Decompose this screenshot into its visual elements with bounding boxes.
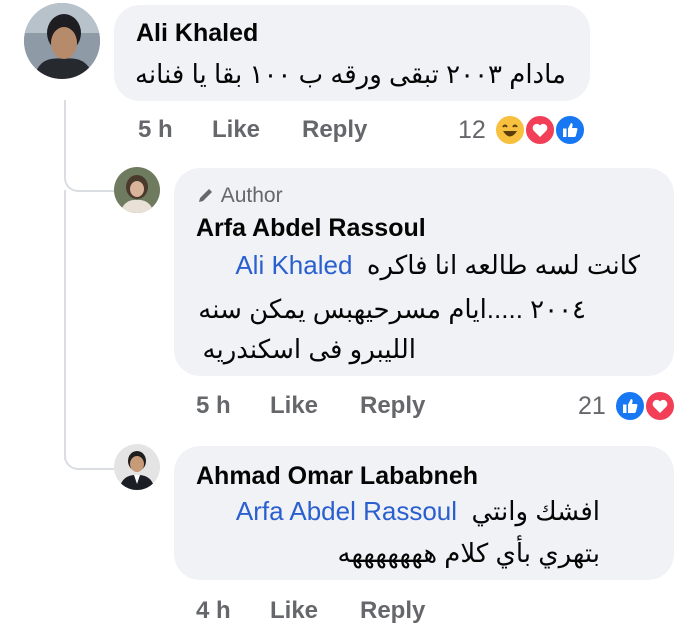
love-icon	[524, 114, 556, 146]
author-badge: Author	[196, 184, 283, 208]
like-icon	[614, 390, 646, 422]
comment-bubble: Author Arfa Abdel Rassoul كانت لسه طالعه…	[174, 168, 674, 376]
avatar[interactable]	[114, 444, 160, 490]
haha-icon	[494, 114, 526, 146]
comment-text: الليبرو فى اسكندريه	[202, 334, 416, 364]
comment-actions: 4 h Like Reply	[196, 597, 446, 627]
like-button[interactable]: Like	[270, 392, 318, 420]
reply-button[interactable]: Reply	[360, 597, 425, 625]
comment-text-line: افشك وانتي Arfa Abdel Rassoul	[236, 488, 600, 534]
comment-text: مادام ٢٠٠٣ تبقى ورقه ب ١٠٠ بقا يا فنانه	[134, 59, 566, 89]
mention-link[interactable]: Ali Khaled	[235, 250, 352, 280]
reply-button[interactable]: Reply	[360, 392, 425, 420]
love-icon	[644, 390, 676, 422]
comment-time[interactable]: 4 h	[196, 597, 231, 625]
thread-connector	[64, 140, 114, 192]
comment-bubble: Ahmad Omar Lababneh افشك وانتي Arfa Abde…	[174, 446, 674, 580]
reaction-count[interactable]: 21	[578, 392, 606, 421]
like-icon	[554, 114, 586, 146]
comment-bubble: Ali Khaled مادام ٢٠٠٣ تبقى ورقه ب ١٠٠ بق…	[114, 5, 590, 101]
comment-text-line: كانت لسه طالعه انا فاكره Ali Khaled	[235, 242, 640, 288]
comment-time[interactable]: 5 h	[138, 116, 173, 144]
comment-text: بتهري بأي كلام هههههههه	[337, 538, 601, 568]
comment-text: افشك وانتي	[471, 496, 600, 526]
reaction-count[interactable]: 12	[458, 116, 486, 145]
avatar-image	[114, 167, 160, 213]
avatar[interactable]	[114, 167, 160, 213]
like-button[interactable]: Like	[212, 116, 260, 144]
comment-author-name[interactable]: Ahmad Omar Lababneh	[196, 462, 478, 491]
comment-author-name[interactable]: Ali Khaled	[136, 19, 258, 48]
avatar-image	[114, 444, 160, 490]
avatar-image	[24, 3, 100, 79]
mention-link[interactable]: Arfa Abdel Rassoul	[236, 496, 457, 526]
reply-button[interactable]: Reply	[302, 116, 367, 144]
avatar[interactable]	[24, 3, 100, 79]
comment-time[interactable]: 5 h	[196, 392, 231, 420]
like-button[interactable]: Like	[270, 597, 318, 625]
comment-actions: 5 h Like Reply	[196, 392, 446, 422]
pencil-icon	[199, 189, 212, 202]
comment-author-name[interactable]: Arfa Abdel Rassoul	[196, 214, 426, 243]
thread-connector	[64, 418, 114, 470]
comment-actions: 5 h Like Reply	[138, 116, 388, 146]
comment-text: كانت لسه طالعه انا فاكره	[366, 250, 640, 280]
author-badge-label: Author	[220, 184, 283, 207]
